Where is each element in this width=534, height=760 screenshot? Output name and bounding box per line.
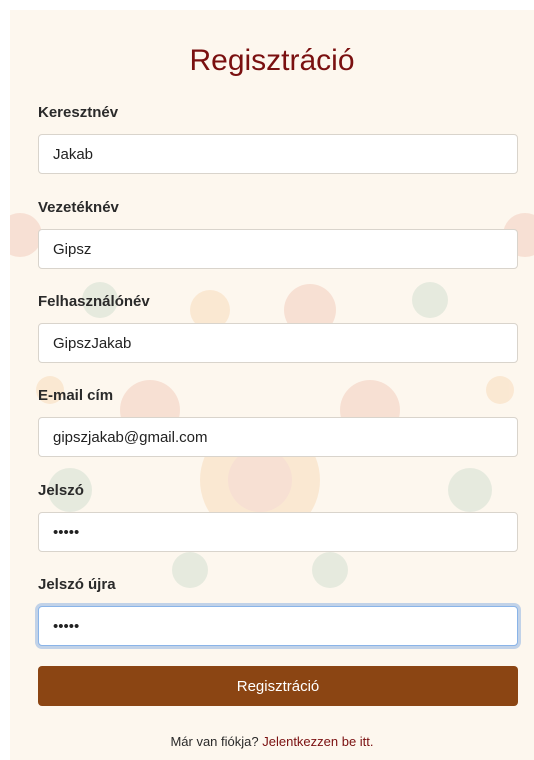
login-prompt: Már van fiókja? Jelentkezzen be itt. <box>10 734 534 749</box>
registration-card: Regisztráció Keresztnév Vezetéknév Felha… <box>10 10 534 760</box>
email-input[interactable] <box>38 417 518 457</box>
password-confirm-input[interactable] <box>38 606 518 646</box>
username-label: Felhasználónév <box>38 293 150 310</box>
register-button[interactable]: Regisztráció <box>38 666 518 706</box>
last-name-input[interactable] <box>38 229 518 269</box>
password-confirm-label: Jelszó újra <box>38 576 116 593</box>
email-label: E-mail cím <box>38 387 114 404</box>
floral-background-pattern <box>10 213 534 588</box>
login-link[interactable]: Jelentkezzen be itt. <box>262 734 373 749</box>
password-label: Jelszó <box>38 482 84 499</box>
first-name-input[interactable] <box>38 134 518 174</box>
login-prompt-text: Már van fiókja? <box>170 734 259 749</box>
last-name-label: Vezetéknév <box>38 199 119 216</box>
page-title: Regisztráció <box>189 44 355 77</box>
username-input[interactable] <box>38 323 518 363</box>
password-input[interactable] <box>38 512 518 552</box>
first-name-label: Keresztnév <box>38 104 119 121</box>
